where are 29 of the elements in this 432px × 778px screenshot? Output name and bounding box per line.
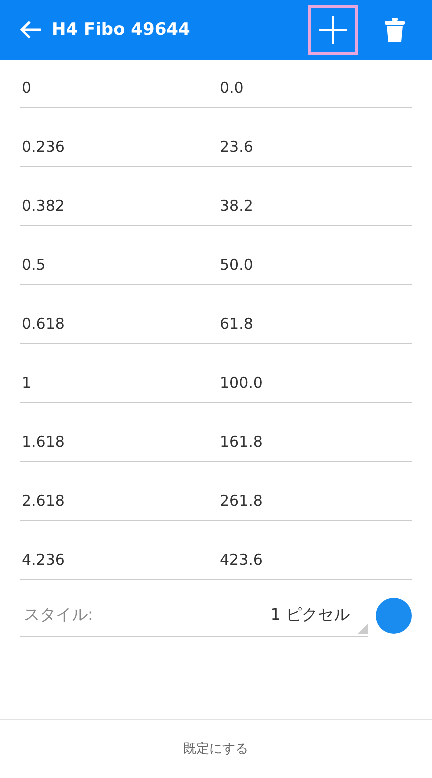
- style-dropdown[interactable]: スタイル: 1 ピクセル: [20, 594, 368, 637]
- description-field[interactable]: 61.8: [218, 315, 410, 333]
- back-icon[interactable]: [20, 20, 42, 40]
- level-field[interactable]: 0: [20, 79, 218, 97]
- description-field[interactable]: 23.6: [218, 138, 410, 156]
- level-field[interactable]: 1: [20, 374, 218, 392]
- add-button[interactable]: [308, 5, 358, 55]
- description-field[interactable]: 100.0: [218, 374, 410, 392]
- description-field[interactable]: 261.8: [218, 492, 410, 510]
- color-swatch[interactable]: [376, 598, 412, 634]
- set-default-button[interactable]: 既定にする: [178, 739, 254, 759]
- description-field[interactable]: 161.8: [218, 433, 410, 451]
- plus-icon: [318, 15, 348, 45]
- level-field[interactable]: 2.618: [20, 492, 218, 510]
- level-field[interactable]: 0.5: [20, 256, 218, 274]
- level-field[interactable]: 0.618: [20, 315, 218, 333]
- level-field[interactable]: 0.236: [20, 138, 218, 156]
- description-field[interactable]: 423.6: [218, 551, 410, 569]
- description-field[interactable]: 0.0: [218, 79, 410, 97]
- description-field[interactable]: 50.0: [218, 256, 410, 274]
- dropdown-corner-icon: [358, 624, 368, 634]
- style-label: スタイル:: [24, 604, 94, 626]
- level-field[interactable]: 1.618: [20, 433, 218, 451]
- trash-icon: [384, 17, 406, 43]
- screen-title: H4 Fibo 49644: [52, 20, 192, 40]
- level-field[interactable]: 4.236: [20, 551, 218, 569]
- level-field[interactable]: 0.382: [20, 197, 218, 215]
- style-value: 1 ピクセル: [270, 604, 350, 626]
- description-field[interactable]: 38.2: [218, 197, 410, 215]
